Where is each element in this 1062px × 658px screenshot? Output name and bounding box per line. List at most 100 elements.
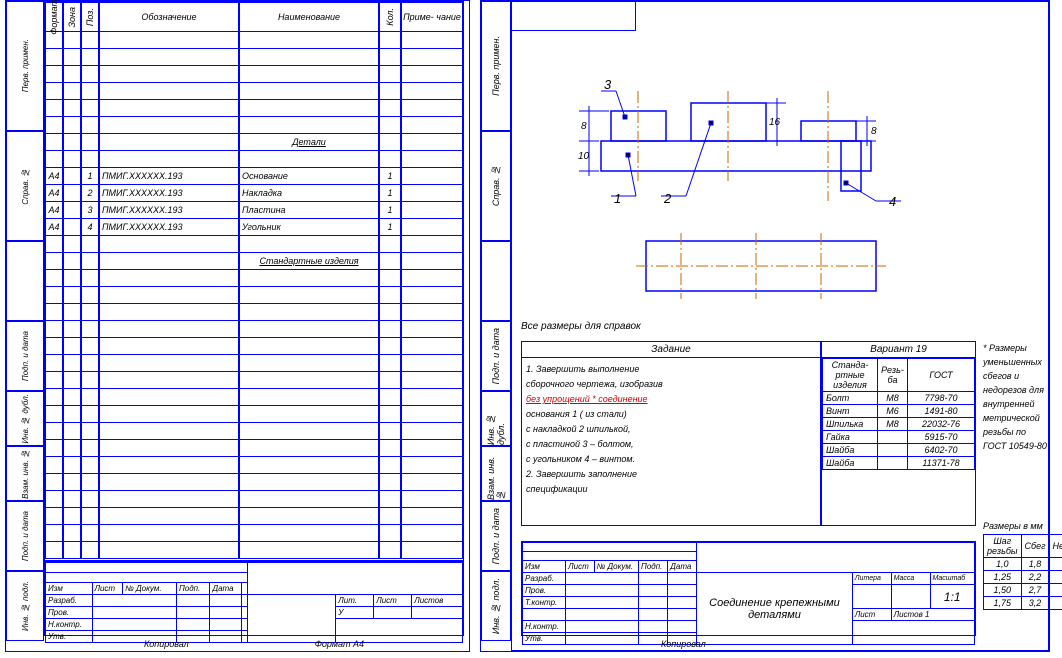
label-podp-data: Подп. и дата xyxy=(21,331,30,381)
spec-table: Формат Зона Поз. Обозначение Наименовани… xyxy=(44,1,464,561)
pitch-h3: Недорез xyxy=(1049,535,1062,558)
sn-l5: внутренней xyxy=(983,397,1048,411)
task-l8: 2. Завершить заполнение xyxy=(526,467,816,482)
st-razrab: Разраб. xyxy=(46,595,93,607)
st-izm: Изм xyxy=(46,583,93,595)
variant-title: Вариант 19 xyxy=(822,342,975,358)
footer-format: Формат А4 xyxy=(315,639,364,649)
st2-list: Лист xyxy=(566,561,594,573)
st2-utv: Утв. xyxy=(523,633,566,645)
callout-2: 2 xyxy=(663,191,672,206)
st2-nkontr: Н.контр. xyxy=(523,621,566,633)
dim-16: 16 xyxy=(769,117,781,128)
st2-list2: Лист xyxy=(852,609,891,621)
label-vzam-inv: Взам. инв. № xyxy=(21,449,30,499)
col-qty: Кол. xyxy=(385,8,395,26)
callout-3: 3 xyxy=(604,77,612,92)
label-sprav2: Справ. № xyxy=(491,165,501,206)
st-listov: Листов xyxy=(412,595,463,607)
task-l3: без упрощений * соединение xyxy=(526,392,816,407)
sn-l3: сбегов и xyxy=(983,369,1048,383)
callout-1: 1 xyxy=(614,191,621,206)
st2-izm: Изм xyxy=(523,561,566,573)
label-inv-podl: Инв. № подл. xyxy=(21,581,30,631)
task-l2: сборочного чертежа, изобразив xyxy=(526,377,816,392)
st2-title: Соединение крепежными деталями xyxy=(697,573,853,645)
dim-8-2: 8 xyxy=(871,126,877,137)
st2-masshtab: Масштаб xyxy=(930,573,975,585)
title-block-1: Изм Лист № Докум. Подп. Дата Разраб. Лит… xyxy=(44,561,464,636)
specification-sheet: Перв. примен. Справ. № Подп. и дата Инв.… xyxy=(5,0,470,652)
sn-l8: ГОСТ 10549-80 xyxy=(983,439,1048,453)
label-podp-data4: Подп. и дата xyxy=(491,508,501,564)
task-l7: с угольником 4 – винтом. xyxy=(526,452,816,467)
task-title: Задание xyxy=(522,342,820,358)
col-note: Приме- чание xyxy=(401,2,463,32)
label-inv-podl2: Инв. № подл. xyxy=(491,578,501,634)
st2-tkontr: Т.контр. xyxy=(523,597,566,609)
col-name: Наименование xyxy=(239,2,379,32)
dim-10: 10 xyxy=(578,151,590,162)
dim-8-1: 8 xyxy=(581,121,587,132)
task-l4: основания 1 ( из стали) xyxy=(526,407,816,422)
pitch-table: Размеры в мм Шаг резьбы Сбег Недорез 1,0… xyxy=(983,521,1048,610)
footer-kopiroval: Копировал xyxy=(144,639,189,649)
label-perv-primen2: Перв. примен. xyxy=(491,36,501,96)
label-podp-data2: Подп. и дата xyxy=(21,511,30,561)
gost-sidenote: * Размеры уменьшенных сбегов и недорезов… xyxy=(983,341,1048,453)
st-lit: Лит. xyxy=(336,595,374,607)
st-list: Лист xyxy=(92,583,123,595)
var-h2: Резь- ба xyxy=(878,359,908,392)
st2-massa: Масса xyxy=(891,573,930,585)
assembly-drawing: 3 1 2 4 8 10 16 8 xyxy=(511,31,941,311)
pitch-h1: Шаг резьбы xyxy=(984,535,1022,558)
st-list2: Лист xyxy=(374,595,412,607)
st2-scale: 1:1 xyxy=(930,585,975,609)
assembly-drawing-sheet: Перв. примен. Справ. № Подп. и дата Инв.… xyxy=(480,0,1050,652)
st-ndokum: № Докум. xyxy=(123,583,177,595)
st-prov: Пров. xyxy=(46,607,93,619)
label-podp-data3: Подп. и дата xyxy=(491,328,501,384)
st2-prov: Пров. xyxy=(523,585,566,597)
pitch-title: Размеры в мм xyxy=(983,521,1048,531)
sn-l2: уменьшенных xyxy=(983,355,1048,369)
st-u: У xyxy=(336,607,374,619)
st-date: Дата xyxy=(210,583,241,595)
st-podp: Подп. xyxy=(176,583,209,595)
st2-litera: Литера xyxy=(852,573,891,585)
footer-kopiroval2: Копировал xyxy=(661,639,706,649)
col-format: Формат xyxy=(49,0,59,35)
title-block-2: Изм Лист № Докум. Подп. Дата Разраб. Сое… xyxy=(521,541,976,636)
var-h1: Станда- ртные изделия xyxy=(823,359,878,392)
col-designation: Обозначение xyxy=(99,2,239,32)
pitch-h2: Сбег xyxy=(1021,535,1049,558)
st2-listov: Листов 1 xyxy=(891,609,974,621)
st2-podp: Подп. xyxy=(639,561,668,573)
label-sprav: Справ. № xyxy=(21,168,30,205)
task-l6: с пластиной 3 – болтом, xyxy=(526,437,816,452)
col-pos: Поз. xyxy=(85,8,95,26)
all-dims-note: Все размеры для справок xyxy=(521,321,641,332)
sn-l1: * Размеры xyxy=(983,341,1048,355)
sheet2-sidebar: Перв. примен. Справ. № Подп. и дата Инв.… xyxy=(481,1,511,651)
task-l5: с накладкой 2 шпилькой, xyxy=(526,422,816,437)
task-l1: 1. Завершить выполнение xyxy=(526,362,816,377)
label-perv-primen: Перв. примен. xyxy=(21,39,30,92)
task-l9: спецификации xyxy=(526,482,816,497)
callout-4: 4 xyxy=(889,194,896,209)
sn-l6: метрической xyxy=(983,411,1048,425)
col-zone: Зона xyxy=(67,7,77,28)
label-inv-dubl: Инв. № дубл. xyxy=(21,394,30,444)
label-inv-dubl2: Инв. № дубл. xyxy=(486,392,506,445)
task-box: Задание 1. Завершить выполнение сборочно… xyxy=(521,341,821,526)
sn-l7: резьбы по xyxy=(983,425,1048,439)
variant-box: Вариант 19 Станда- ртные изделия Резь- б… xyxy=(821,341,976,526)
st2-ndokum: № Докум. xyxy=(594,561,638,573)
st2-razrab: Разраб. xyxy=(523,573,566,585)
sheet1-sidebar: Перв. примен. Справ. № Подп. и дата Инв.… xyxy=(6,1,44,651)
st2-date: Дата xyxy=(668,561,697,573)
label-vzam-inv2: Взам. инв. № xyxy=(486,447,506,500)
st-nkontr: Н.контр. xyxy=(46,619,93,631)
sn-l4: недорезов для xyxy=(983,383,1048,397)
var-h3: ГОСТ xyxy=(908,359,975,392)
